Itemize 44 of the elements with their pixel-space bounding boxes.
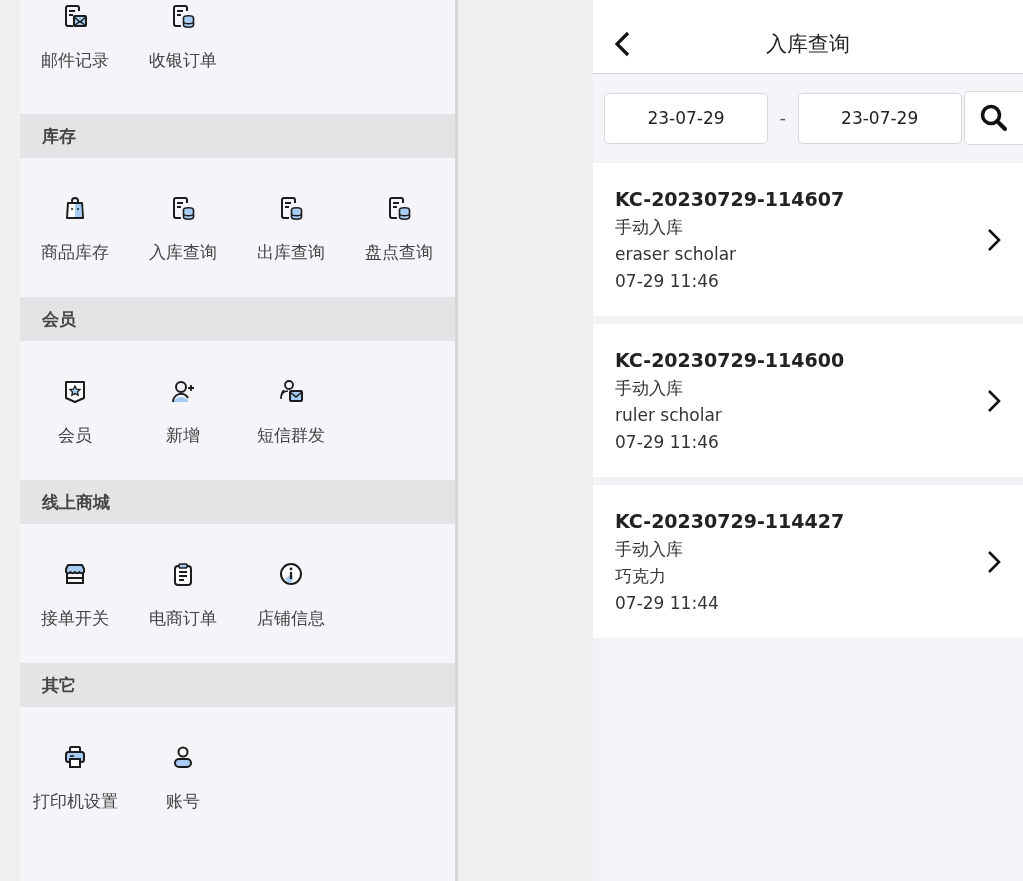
date-separator: - — [778, 108, 787, 128]
menu-item[interactable]: 打印机设置 — [21, 743, 129, 812]
menu-item[interactable]: 新增 — [129, 377, 237, 446]
menu-item[interactable]: 盘点查询 — [345, 194, 453, 263]
section-header: 线上商城 — [20, 480, 455, 524]
section-header: 库存 — [20, 114, 455, 158]
groupmail-icon — [277, 377, 305, 405]
menu-item[interactable]: 账号 — [129, 743, 237, 812]
product-name: eraser scholar — [615, 243, 738, 266]
menu-item[interactable]: 出库查询 — [237, 194, 345, 263]
start-date-field[interactable]: 23-07-29 — [604, 92, 768, 144]
record-id: KC-20230729-114607 — [615, 187, 846, 212]
end-date-field[interactable]: 23-07-29 — [797, 92, 962, 144]
menu-item[interactable]: 收银订单 — [129, 2, 237, 71]
menu-item[interactable]: 电商订单 — [129, 560, 237, 629]
record-card[interactable]: KC-20230729-114600 手动入库 ruler scholar 07-29 11:46 — [593, 324, 1023, 477]
record-time: 07-29 11:46 — [615, 270, 720, 293]
record-card[interactable]: KC-20230729-114607 手动入库 eraser scholar 07-29 11:46 — [593, 163, 1023, 316]
search-button[interactable] — [963, 91, 1023, 145]
record-type: 手动入库 — [615, 216, 684, 239]
record-card[interactable]: KC-20230729-114427 手动入库 巧克力 07-29 11:44 — [593, 485, 1023, 638]
record-time: 07-29 11:46 — [615, 431, 720, 454]
menu-item[interactable]: 邮件记录 — [21, 2, 129, 71]
record-time: 07-29 11:44 — [615, 592, 720, 615]
menu-item[interactable]: 入库查询 — [129, 194, 237, 263]
product-name: 巧克力 — [615, 565, 667, 588]
section-header: 会员 — [20, 297, 455, 341]
product-name: ruler scholar — [615, 404, 723, 427]
search-icon — [978, 103, 1009, 133]
record-type: 手动入库 — [615, 377, 684, 400]
chevron-right-icon — [987, 227, 1001, 252]
section-header: 其它 — [20, 663, 455, 707]
record-id: KC-20230729-114600 — [615, 348, 846, 373]
menu-item[interactable]: 商品库存 — [21, 194, 129, 263]
menu-item[interactable]: 短信群发 — [237, 377, 345, 446]
info-icon — [277, 560, 305, 588]
page-title: 入库查询 — [766, 30, 850, 58]
record-type: 手动入库 — [615, 538, 684, 561]
menu-item[interactable]: 接单开关 — [21, 560, 129, 629]
menu-item[interactable]: 会员 — [21, 377, 129, 446]
record-id: KC-20230729-114427 — [615, 509, 846, 534]
chevron-right-icon — [987, 388, 1001, 413]
chevron-right-icon — [987, 549, 1001, 574]
menu-item[interactable]: 店铺信息 — [237, 560, 345, 629]
